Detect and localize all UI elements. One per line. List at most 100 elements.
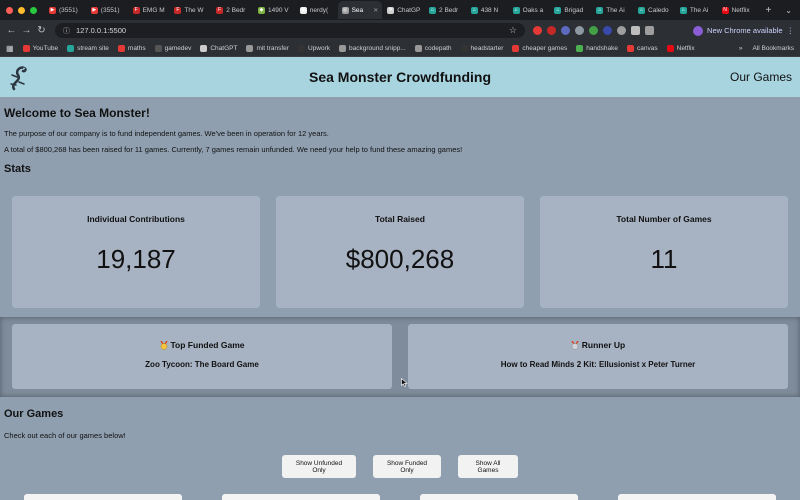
update-label[interactable]: New Chrome available	[707, 26, 782, 35]
tab-title[interactable]: Netflix	[732, 7, 750, 14]
extension-icon[interactable]	[589, 26, 598, 35]
bookmark-item[interactable]: mit transfer	[246, 45, 289, 52]
browser-tab[interactable]: ◆ 1490 V	[254, 1, 295, 19]
game-card[interactable]	[420, 494, 578, 500]
bookmark-item[interactable]: background snipp...	[339, 45, 406, 52]
bookmark-star-icon[interactable]: ☆	[509, 25, 517, 36]
browser-tab[interactable]: ⌂ Caledo	[634, 1, 675, 19]
bookmark-label[interactable]: maths	[128, 45, 146, 52]
bookmark-label[interactable]: mit transfer	[256, 45, 289, 52]
downloads-icon[interactable]	[645, 26, 654, 35]
game-card[interactable]	[24, 494, 182, 500]
tab-title[interactable]: EMG M	[143, 7, 165, 14]
profile-avatar[interactable]	[693, 25, 704, 36]
bookmark-label[interactable]: handshake	[586, 45, 618, 52]
browser-tab[interactable]: ▶ (3551)	[87, 1, 128, 19]
bookmark-item[interactable]: codepath	[414, 45, 452, 52]
tab-title[interactable]: 438 N	[481, 7, 498, 14]
tab-title[interactable]: Brigad	[564, 7, 583, 14]
extension-icon[interactable]	[617, 26, 626, 35]
tab-title[interactable]: Caledo	[648, 7, 669, 14]
browser-tab[interactable]: ✲ ChatGP	[383, 1, 424, 19]
bookmark-item[interactable]: canvas	[627, 45, 658, 52]
tab-title[interactable]: The Ai	[606, 7, 624, 14]
reload-icon[interactable]: ↻	[34, 25, 49, 36]
apps-grid-icon[interactable]: ▦	[6, 44, 14, 53]
tab-title[interactable]: nerdy(	[310, 7, 328, 14]
chrome-update-button[interactable]: New Chrome available ⋮	[693, 25, 795, 36]
browser-tab[interactable]: ⌂ The Ai	[592, 1, 633, 19]
close-window-button[interactable]	[6, 6, 13, 14]
tab-title[interactable]: (3551)	[101, 7, 120, 14]
tab-title[interactable]: (3551)	[59, 7, 78, 14]
omnibox[interactable]: ⓘ 127.0.0.1:5500 ☆	[55, 23, 525, 38]
tab-title[interactable]: The Ai	[690, 7, 708, 14]
url-text[interactable]: 127.0.0.1:5500	[76, 26, 126, 35]
back-icon[interactable]: ←	[4, 25, 19, 36]
browser-tab[interactable]: F EMG M	[129, 1, 170, 19]
extension-icon[interactable]	[561, 26, 570, 35]
stat-card-number-of-games: Total Number of Games 11	[540, 196, 788, 308]
bookmark-item[interactable]: cheaper games	[512, 45, 567, 52]
browser-tab[interactable]: ▶ (3551)	[45, 1, 86, 19]
tab-title[interactable]: ChatGP	[397, 7, 420, 14]
puzzle-icon[interactable]	[631, 26, 640, 35]
bookmark-label[interactable]: codepath	[425, 45, 452, 52]
browser-tab[interactable]: ⌂ 2 Bedr	[425, 1, 466, 19]
bookmark-label[interactable]: stream site	[77, 45, 109, 52]
game-card[interactable]	[618, 494, 776, 500]
show-funded-button[interactable]: Show Funded Only	[373, 455, 441, 478]
minimize-window-button[interactable]	[18, 6, 25, 14]
browser-tab[interactable]: ◉ nerdy(	[296, 1, 337, 19]
bookmark-label[interactable]: cheaper games	[522, 45, 567, 52]
all-bookmarks-button[interactable]: All Bookmarks	[752, 45, 794, 52]
extension-icon[interactable]	[575, 26, 584, 35]
bookmark-label[interactable]: YouTube	[33, 45, 59, 52]
extension-icon[interactable]	[603, 26, 612, 35]
tab-close-icon[interactable]: ✕	[371, 7, 378, 14]
bookmark-item[interactable]: Upwork	[297, 45, 330, 52]
bookmark-item[interactable]: Netflix	[666, 45, 695, 52]
browser-tab[interactable]: ⌂ Brigad	[550, 1, 591, 19]
show-unfunded-button[interactable]: Show Unfunded Only	[282, 455, 356, 478]
tab-title[interactable]: 1490 V	[268, 7, 289, 14]
menu-icon[interactable]: ⋮	[787, 26, 795, 35]
browser-tab[interactable]: ⌂ Oaks a	[509, 1, 550, 19]
bookmark-label[interactable]: gamedev	[165, 45, 192, 52]
bookmark-label[interactable]: Upwork	[308, 45, 330, 52]
browser-tab[interactable]: ◎ Sea ✕	[337, 1, 383, 19]
bookmark-item[interactable]: gamedev	[154, 45, 192, 52]
browser-tab[interactable]: ⌂ 438 N	[467, 1, 508, 19]
bookmark-label[interactable]: headstarter	[471, 45, 504, 52]
bookmark-item[interactable]: YouTube	[22, 45, 59, 52]
bookmark-label[interactable]: ChatGPT	[210, 45, 237, 52]
our-games-nav-link[interactable]: Our Games	[730, 70, 792, 84]
bookmark-item[interactable]: headstarter	[460, 45, 504, 52]
site-info-icon[interactable]: ⓘ	[63, 26, 70, 36]
bookmark-item[interactable]: maths	[117, 45, 146, 52]
browser-tab[interactable]: F The W	[170, 1, 211, 19]
tab-title[interactable]: 2 Bedr	[439, 7, 458, 14]
bookmark-item[interactable]: ChatGPT	[200, 45, 237, 52]
forward-icon[interactable]: →	[19, 25, 34, 36]
browser-tab[interactable]: F2 Bedr	[212, 1, 253, 19]
extension-icon[interactable]	[547, 26, 556, 35]
game-card[interactable]	[222, 494, 380, 500]
maximize-window-button[interactable]	[30, 6, 37, 14]
new-tab-button[interactable]: +	[759, 5, 777, 16]
bookmark-item[interactable]: handshake	[576, 45, 618, 52]
tab-search-icon[interactable]: ⌄	[777, 6, 800, 15]
browser-tab[interactable]: ⌂ The Ai	[676, 1, 717, 19]
extension-icon[interactable]	[533, 26, 542, 35]
bookmark-item[interactable]: stream site	[67, 45, 109, 52]
bookmark-label[interactable]: canvas	[637, 45, 658, 52]
bookmark-label[interactable]: background snipp...	[349, 45, 406, 52]
tab-title[interactable]: The W	[184, 7, 203, 14]
tab-title[interactable]: 2 Bedr	[226, 7, 245, 14]
tab-title[interactable]: Oaks a	[523, 7, 544, 14]
bookmark-label[interactable]: Netflix	[677, 45, 695, 52]
show-all-button[interactable]: Show All Games	[458, 455, 518, 478]
tab-title[interactable]: Sea	[352, 7, 364, 14]
more-bookmarks-icon[interactable]: »	[739, 45, 743, 52]
browser-tab[interactable]: N Netflix	[718, 1, 759, 19]
